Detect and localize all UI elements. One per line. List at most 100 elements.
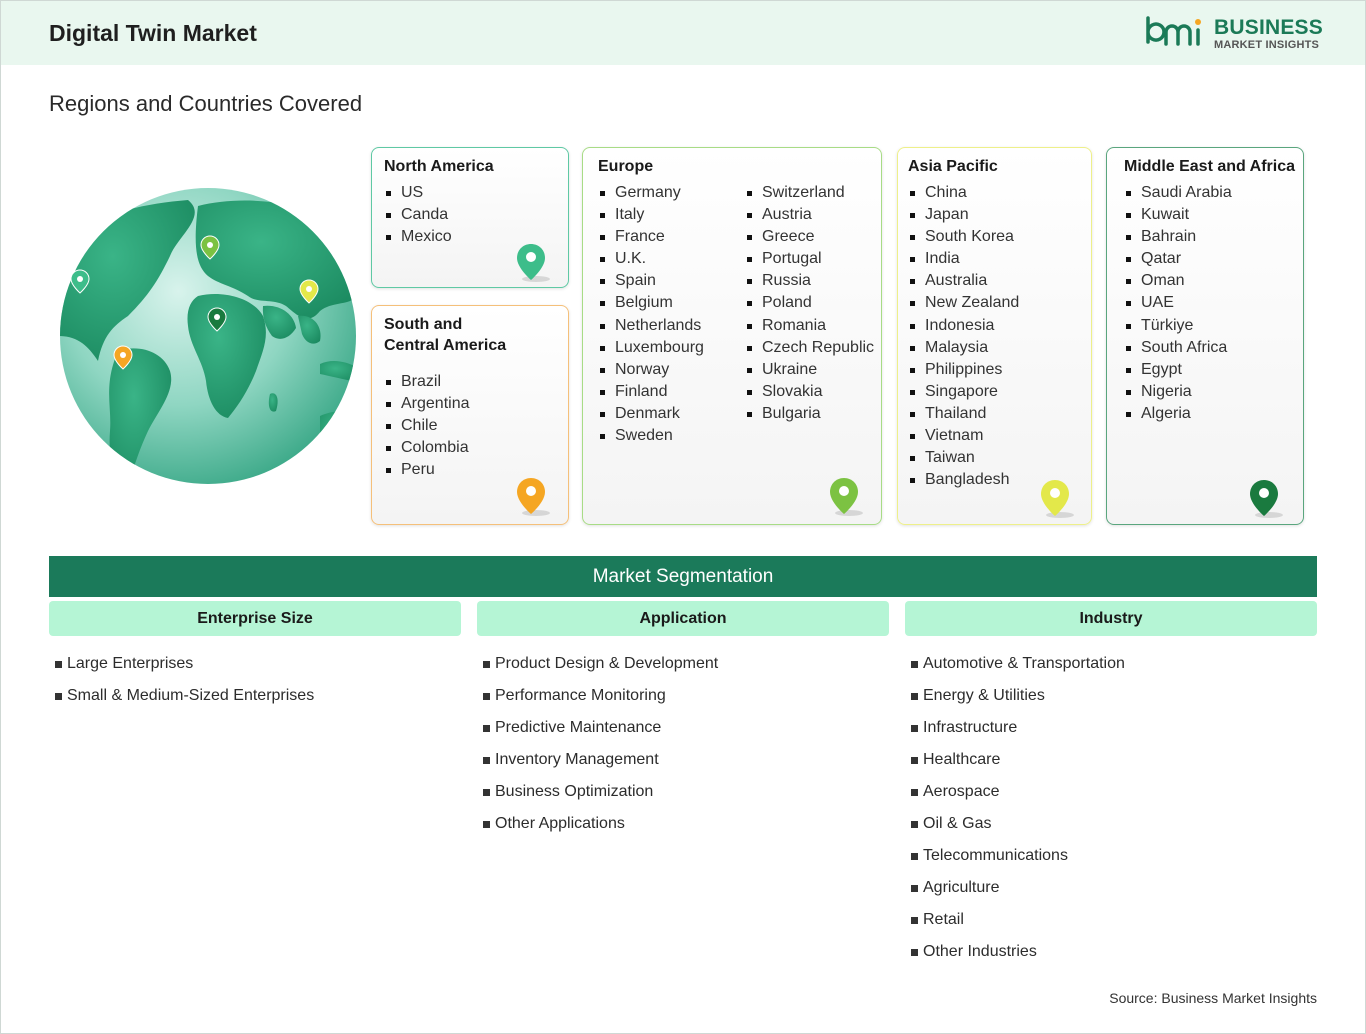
region-title: Middle East and Africa: [1124, 158, 1295, 175]
page-title: Digital Twin Market: [49, 20, 257, 46]
list-item: Romania: [745, 315, 874, 337]
list-item: Malaysia: [908, 337, 1019, 359]
region-card-north-america: North America US Canda Mexico: [371, 147, 569, 288]
list-item: Performance Monitoring: [481, 685, 718, 717]
country-list-col-2: Switzerland Austria Greece Portugal Russ…: [745, 182, 874, 425]
list-item: Russia: [745, 270, 874, 292]
list-item: US: [384, 182, 452, 204]
list-item: Energy & Utilities: [909, 685, 1125, 717]
list-item: Retail: [909, 909, 1125, 941]
segment-header-enterprise-size: Enterprise Size: [49, 601, 461, 636]
country-list: China Japan South Korea India Australia …: [908, 182, 1019, 491]
list-item: Canda: [384, 204, 452, 226]
list-item: Oil & Gas: [909, 813, 1125, 845]
list-item: Italy: [598, 204, 704, 226]
segment-list-application: Product Design & Development Performance…: [481, 653, 718, 845]
segment-header-application: Application: [477, 601, 889, 636]
list-item: Greece: [745, 226, 874, 248]
bmi-logo-icon: [1146, 16, 1201, 46]
list-item: Portugal: [745, 248, 874, 270]
list-item: Luxembourg: [598, 337, 704, 359]
list-item: Germany: [598, 182, 704, 204]
segment-list-industry: Automotive & Transportation Energy & Uti…: [909, 653, 1125, 973]
list-item: Ukraine: [745, 359, 874, 381]
map-pin-icon: [1250, 480, 1283, 518]
list-item: Sweden: [598, 425, 704, 447]
list-item: Bulgaria: [745, 403, 874, 425]
list-item: Peru: [384, 459, 470, 481]
list-item: Nigeria: [1124, 381, 1232, 403]
list-item: Norway: [598, 359, 704, 381]
list-item: Oman: [1124, 270, 1232, 292]
list-item: Philippines: [908, 359, 1019, 381]
company-logo: BUSINESS MARKET INSIGHTS: [1144, 14, 1324, 54]
list-item: Spain: [598, 270, 704, 292]
list-item: Bangladesh: [908, 469, 1019, 491]
region-card-europe: Europe Germany Italy France U.K. Spain B…: [582, 147, 882, 525]
list-item: Denmark: [598, 403, 704, 425]
list-item: Predictive Maintenance: [481, 717, 718, 749]
market-segmentation-bar: Market Segmentation: [49, 556, 1317, 597]
list-item: Product Design & Development: [481, 653, 718, 685]
list-item: Belgium: [598, 292, 704, 314]
list-item: Singapore: [908, 381, 1019, 403]
list-item: China: [908, 182, 1019, 204]
regions-subtitle: Regions and Countries Covered: [49, 91, 363, 116]
region-title: North America: [384, 158, 494, 175]
list-item: Algeria: [1124, 403, 1232, 425]
globe-illustration: [60, 188, 356, 484]
list-item: France: [598, 226, 704, 248]
list-item: Infrastructure: [909, 717, 1125, 749]
source-note: Source: Business Market Insights: [1109, 990, 1317, 1006]
list-item: Egypt: [1124, 359, 1232, 381]
list-item: Australia: [908, 270, 1019, 292]
region-card-asia-pacific: Asia Pacific China Japan South Korea Ind…: [897, 147, 1092, 525]
list-item: Slovakia: [745, 381, 874, 403]
list-item: Automotive & Transportation: [909, 653, 1125, 685]
region-title: Asia Pacific: [908, 158, 998, 175]
segment-list-enterprise-size: Large Enterprises Small & Medium-Sized E…: [53, 653, 314, 717]
segment-header-industry: Industry: [905, 601, 1317, 636]
country-list-col-1: Germany Italy France U.K. Spain Belgium …: [598, 182, 704, 447]
list-item: Colombia: [384, 437, 470, 459]
list-item: UAE: [1124, 292, 1232, 314]
list-item: Argentina: [384, 393, 470, 415]
list-item: Austria: [745, 204, 874, 226]
region-card-middle-east-africa: Middle East and Africa Saudi Arabia Kuwa…: [1106, 147, 1304, 525]
logo-line-2: MARKET INSIGHTS: [1214, 39, 1320, 51]
list-item: Vietnam: [908, 425, 1019, 447]
list-item: Healthcare: [909, 749, 1125, 781]
country-list: US Canda Mexico: [384, 182, 452, 248]
list-item: Other Industries: [909, 941, 1125, 973]
logo-line-1: BUSINESS: [1214, 16, 1323, 39]
list-item: Poland: [745, 292, 874, 314]
list-item: Brazil: [384, 371, 470, 393]
list-item: Kuwait: [1124, 204, 1232, 226]
region-title: Europe: [598, 158, 654, 175]
list-item: Netherlands: [598, 315, 704, 337]
list-item: Thailand: [908, 403, 1019, 425]
list-item: Large Enterprises: [53, 653, 314, 685]
list-item: India: [908, 248, 1019, 270]
list-item: Qatar: [1124, 248, 1232, 270]
list-item: Agriculture: [909, 877, 1125, 909]
map-pin-icon: [830, 478, 863, 516]
list-item: Czech Republic: [745, 337, 874, 359]
list-item: Türkiye: [1124, 315, 1232, 337]
country-list: Saudi Arabia Kuwait Bahrain Qatar Oman U…: [1124, 182, 1232, 425]
list-item: Aerospace: [909, 781, 1125, 813]
list-item: New Zealand: [908, 292, 1019, 314]
list-item: Switzerland: [745, 182, 874, 204]
country-list: Brazil Argentina Chile Colombia Peru: [384, 371, 470, 481]
list-item: Inventory Management: [481, 749, 718, 781]
list-item: U.K.: [598, 248, 704, 270]
list-item: South Korea: [908, 226, 1019, 248]
region-title: South and Central America: [384, 316, 507, 354]
list-item: Indonesia: [908, 315, 1019, 337]
list-item: Telecommunications: [909, 845, 1125, 877]
list-item: Mexico: [384, 226, 452, 248]
list-item: Taiwan: [908, 447, 1019, 469]
list-item: Saudi Arabia: [1124, 182, 1232, 204]
list-item: Small & Medium-Sized Enterprises: [53, 685, 314, 717]
map-pin-icon: [517, 244, 550, 282]
